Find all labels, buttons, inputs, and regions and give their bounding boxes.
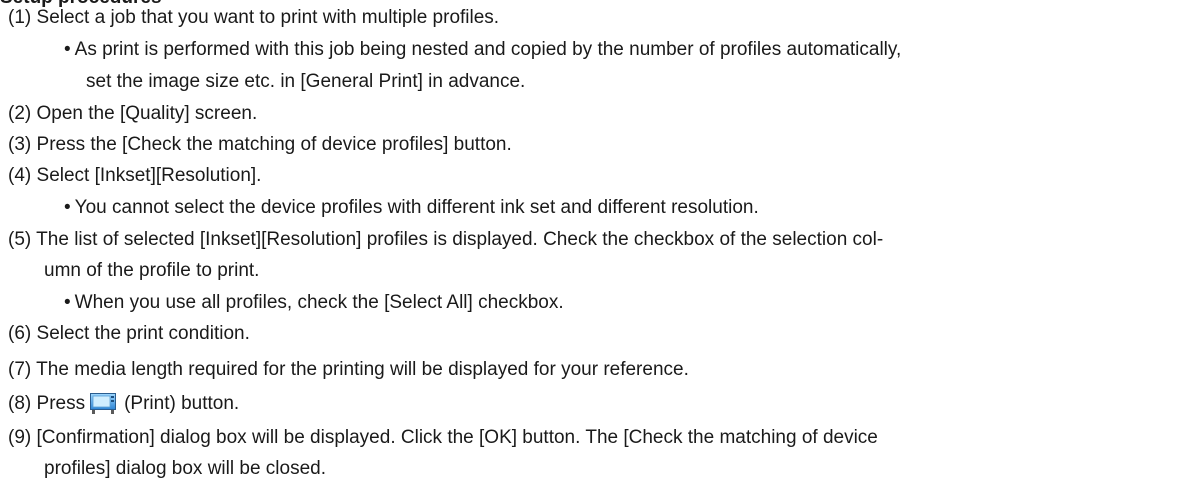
step-text: Open the [Quality] screen. xyxy=(36,103,258,124)
step-9: (9) [Confirmation] dialog box will be di… xyxy=(8,426,878,450)
step-5-continued: umn of the profile to print. xyxy=(44,260,260,281)
step-1-note-continued: set the image size etc. in [General Prin… xyxy=(86,71,526,92)
step-number: (3) xyxy=(8,134,32,155)
step-6: (6) Select the print condition. xyxy=(8,322,250,346)
step-text: Press the [Check the matching of device … xyxy=(36,134,512,155)
step-3: (3) Press the [Check the matching of dev… xyxy=(8,133,512,157)
note-text: When you use all profiles, check the [Se… xyxy=(74,292,564,313)
step-number: (6) xyxy=(8,323,32,344)
step-1: (1) Select a job that you want to print … xyxy=(8,6,499,30)
step-number: (7) xyxy=(8,359,32,380)
step-number: (8) xyxy=(8,393,32,414)
print-icon xyxy=(90,393,117,414)
note-text: As print is performed with this job bein… xyxy=(74,39,902,60)
step-number: (2) xyxy=(8,103,32,124)
step-text-before: Press xyxy=(36,393,86,414)
step-2: (2) Open the [Quality] screen. xyxy=(8,102,257,126)
note-text: You cannot select the device profiles wi… xyxy=(74,197,759,218)
step-text-after: (Print) button. xyxy=(124,393,240,414)
step-number: (1) xyxy=(8,7,32,28)
step-7: (7) The media length required for the pr… xyxy=(8,358,689,382)
step-9-continued: profiles] dialog box will be closed. xyxy=(44,458,326,479)
bullet: • xyxy=(64,292,71,313)
step-number: (9) xyxy=(8,427,32,448)
step-5-note: • When you use all profiles, check the [S… xyxy=(64,291,564,315)
step-number: (5) xyxy=(8,229,32,250)
bullet: • xyxy=(64,39,71,60)
step-text: Select the print condition. xyxy=(36,323,250,344)
bullet: • xyxy=(64,197,71,218)
step-1-note: • As print is performed with this job bei… xyxy=(64,38,901,62)
step-text: The list of selected [Inkset][Resolution… xyxy=(36,229,884,250)
step-text: Select [Inkset][Resolution]. xyxy=(36,165,262,186)
step-text: Select a job that you want to print with… xyxy=(36,7,500,28)
step-8: (8) Press (Print) button. xyxy=(8,392,239,416)
step-text: The media length required for the printi… xyxy=(36,359,689,380)
step-4-note: • You cannot select the device profiles w… xyxy=(64,196,759,220)
step-text: [Confirmation] dialog box will be displa… xyxy=(36,427,878,448)
step-4: (4) Select [Inkset][Resolution]. xyxy=(8,164,261,188)
step-number: (4) xyxy=(8,165,32,186)
step-5: (5) The list of selected [Inkset][Resolu… xyxy=(8,228,883,252)
